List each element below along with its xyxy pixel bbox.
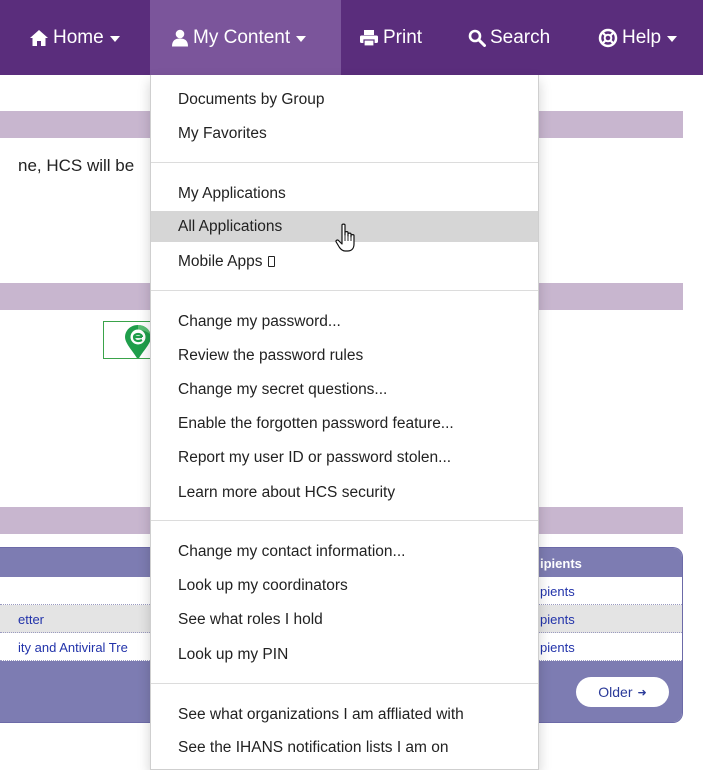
top-navbar: Home My Content Print Search Help: [0, 0, 703, 75]
menu-divider: [151, 290, 538, 291]
home-icon: [30, 29, 48, 46]
nav-home-label: Home: [53, 26, 104, 48]
menu-item-see-roles[interactable]: See what roles I hold: [151, 604, 538, 635]
menu-item-enable-forgotten-password[interactable]: Enable the forgotten password feature...: [151, 408, 538, 439]
arrow-right-icon: ➜: [637, 686, 647, 699]
menu-divider: [151, 683, 538, 684]
menu-item-change-password[interactable]: Change my password...: [151, 306, 538, 337]
menu-item-report-stolen-credentials[interactable]: Report my user ID or password stolen...: [151, 442, 538, 473]
mobile-phone-icon: [268, 256, 276, 267]
menu-item-learn-hcs-security[interactable]: Learn more about HCS security: [151, 477, 538, 508]
menu-item-look-up-coordinators[interactable]: Look up my coordinators: [151, 570, 538, 601]
lifebuoy-icon: [598, 28, 618, 47]
nav-my-content-label: My Content: [193, 26, 291, 48]
row-recipients-link[interactable]: pients: [540, 612, 575, 627]
nav-my-content-button[interactable]: My Content: [150, 0, 341, 75]
older-button[interactable]: Older ➜: [576, 677, 669, 707]
row-title[interactable]: etter: [18, 612, 44, 627]
chevron-down-icon: [296, 35, 307, 42]
row-recipients-link[interactable]: pients: [540, 584, 575, 599]
menu-item-see-organizations[interactable]: See what organizations I am affliated wi…: [151, 699, 538, 730]
nav-search-button[interactable]: Search: [468, 0, 550, 75]
menu-item-documents-by-group[interactable]: Documents by Group: [151, 84, 538, 115]
hand-cursor-icon: [335, 223, 355, 252]
nav-home-button[interactable]: Home: [29, 0, 120, 75]
menu-item-my-favorites[interactable]: My Favorites: [151, 118, 538, 149]
chevron-down-icon: [667, 35, 678, 42]
nav-help-label: Help: [622, 26, 662, 48]
user-icon: [172, 29, 188, 46]
menu-item-review-password-rules[interactable]: Review the password rules: [151, 340, 538, 371]
menu-divider: [151, 520, 538, 521]
menu-divider: [151, 162, 538, 163]
menu-item-my-applications[interactable]: My Applications: [151, 178, 538, 209]
row-title[interactable]: ity and Antiviral Tre: [18, 640, 128, 655]
chevron-down-icon: [109, 35, 120, 42]
menu-item-mobile-apps-label: Mobile Apps: [178, 253, 263, 270]
menu-item-see-ihans-lists[interactable]: See the IHANS notification lists I am on: [151, 732, 538, 763]
nav-print-label: Print: [383, 26, 423, 48]
print-icon: [360, 29, 378, 47]
menu-item-change-secret-questions[interactable]: Change my secret questions...: [151, 374, 538, 405]
menu-item-look-up-pin[interactable]: Look up my PIN: [151, 639, 538, 670]
older-button-label: Older: [598, 684, 633, 700]
nav-print-button[interactable]: Print: [359, 0, 422, 75]
menu-item-change-contact-info[interactable]: Change my contact information...: [151, 536, 538, 567]
notice-text: ne, HCS will be: [18, 156, 135, 175]
row-recipients-link[interactable]: pients: [540, 640, 575, 655]
nav-help-button[interactable]: Help: [598, 0, 678, 75]
panel-header-label: ipients: [540, 556, 582, 571]
nav-search-label: Search: [490, 26, 551, 48]
search-icon: [468, 29, 486, 47]
my-content-dropdown-menu: Documents by Group My Favorites My Appli…: [150, 75, 539, 770]
